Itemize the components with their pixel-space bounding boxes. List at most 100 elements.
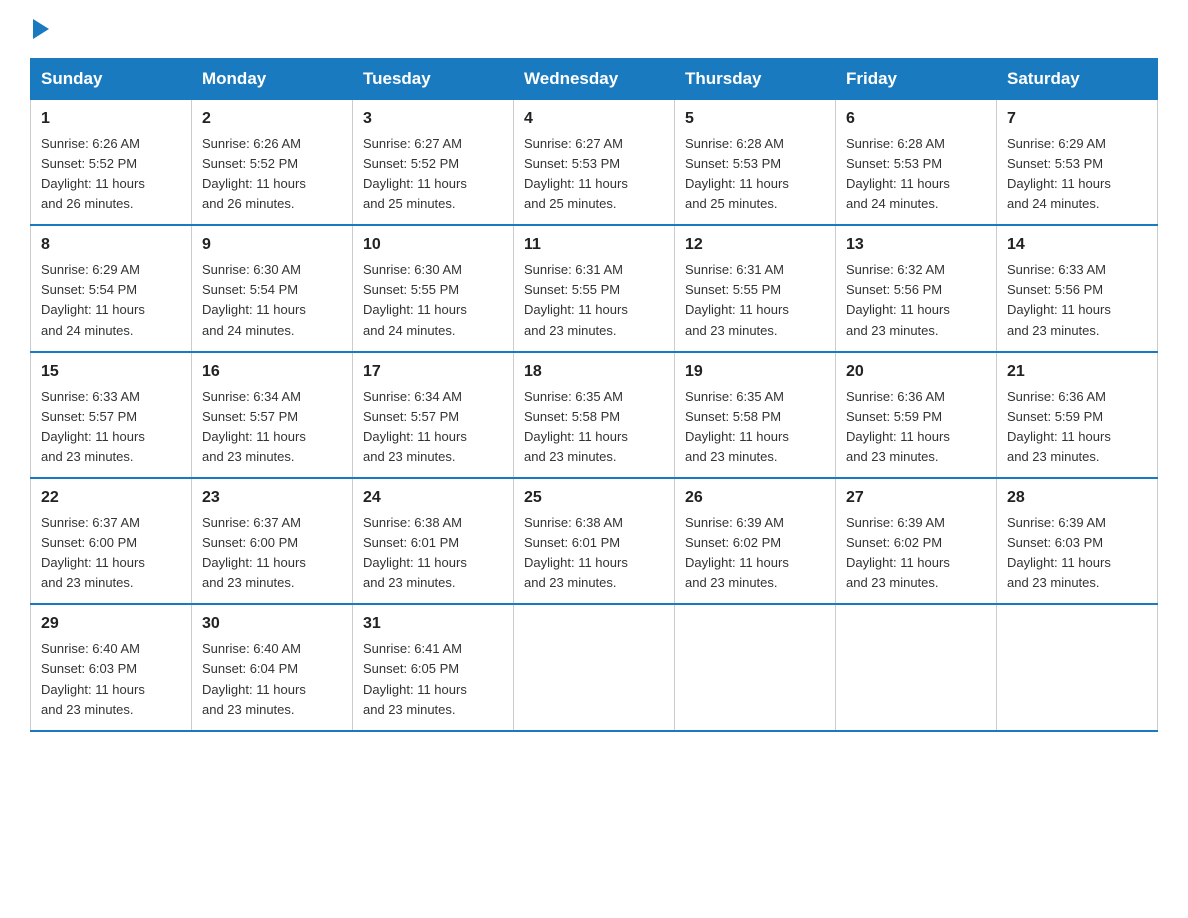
day-info: Sunrise: 6:27 AMSunset: 5:52 PMDaylight:… bbox=[363, 136, 467, 211]
calendar-cell: 28 Sunrise: 6:39 AMSunset: 6:03 PMDayligh… bbox=[997, 478, 1158, 604]
day-info: Sunrise: 6:30 AMSunset: 5:55 PMDaylight:… bbox=[363, 262, 467, 337]
day-number: 13 bbox=[846, 233, 986, 258]
day-info: Sunrise: 6:35 AMSunset: 5:58 PMDaylight:… bbox=[685, 389, 789, 464]
col-header-tuesday: Tuesday bbox=[353, 59, 514, 100]
day-number: 16 bbox=[202, 360, 342, 385]
day-number: 23 bbox=[202, 486, 342, 511]
calendar-cell: 4 Sunrise: 6:27 AMSunset: 5:53 PMDaylight… bbox=[514, 100, 675, 226]
calendar-week-row: 1Sunrise: 6:26 AMSunset: 5:52 PMDaylight… bbox=[31, 100, 1158, 226]
day-info: Sunrise: 6:34 AMSunset: 5:57 PMDaylight:… bbox=[363, 389, 467, 464]
day-info: Sunrise: 6:37 AMSunset: 6:00 PMDaylight:… bbox=[41, 515, 145, 590]
day-number: 12 bbox=[685, 233, 825, 258]
day-number: 7 bbox=[1007, 107, 1147, 132]
day-number: 5 bbox=[685, 107, 825, 132]
day-info: Sunrise: 6:27 AMSunset: 5:53 PMDaylight:… bbox=[524, 136, 628, 211]
calendar-cell: 14 Sunrise: 6:33 AMSunset: 5:56 PMDayligh… bbox=[997, 225, 1158, 351]
day-number: 3 bbox=[363, 107, 503, 132]
calendar-cell: 25 Sunrise: 6:38 AMSunset: 6:01 PMDayligh… bbox=[514, 478, 675, 604]
day-info: Sunrise: 6:28 AMSunset: 5:53 PMDaylight:… bbox=[685, 136, 789, 211]
calendar-week-row: 29 Sunrise: 6:40 AMSunset: 6:03 PMDayligh… bbox=[31, 604, 1158, 730]
calendar-cell: 17 Sunrise: 6:34 AMSunset: 5:57 PMDayligh… bbox=[353, 352, 514, 478]
calendar-cell: 27 Sunrise: 6:39 AMSunset: 6:02 PMDayligh… bbox=[836, 478, 997, 604]
calendar-cell bbox=[997, 604, 1158, 730]
calendar-cell: 30 Sunrise: 6:40 AMSunset: 6:04 PMDayligh… bbox=[192, 604, 353, 730]
calendar-table: SundayMondayTuesdayWednesdayThursdayFrid… bbox=[30, 58, 1158, 732]
calendar-header-row: SundayMondayTuesdayWednesdayThursdayFrid… bbox=[31, 59, 1158, 100]
calendar-cell: 19 Sunrise: 6:35 AMSunset: 5:58 PMDayligh… bbox=[675, 352, 836, 478]
day-info: Sunrise: 6:39 AMSunset: 6:02 PMDaylight:… bbox=[846, 515, 950, 590]
calendar-cell: 6 Sunrise: 6:28 AMSunset: 5:53 PMDaylight… bbox=[836, 100, 997, 226]
calendar-cell: 8 Sunrise: 6:29 AMSunset: 5:54 PMDaylight… bbox=[31, 225, 192, 351]
calendar-cell bbox=[675, 604, 836, 730]
calendar-cell: 21Sunrise: 6:36 AMSunset: 5:59 PMDayligh… bbox=[997, 352, 1158, 478]
calendar-week-row: 22 Sunrise: 6:37 AMSunset: 6:00 PMDayligh… bbox=[31, 478, 1158, 604]
day-number: 6 bbox=[846, 107, 986, 132]
calendar-cell bbox=[514, 604, 675, 730]
day-number: 17 bbox=[363, 360, 503, 385]
day-number: 22 bbox=[41, 486, 181, 511]
day-info: Sunrise: 6:35 AMSunset: 5:58 PMDaylight:… bbox=[524, 389, 628, 464]
calendar-cell bbox=[836, 604, 997, 730]
day-info: Sunrise: 6:31 AMSunset: 5:55 PMDaylight:… bbox=[524, 262, 628, 337]
day-number: 25 bbox=[524, 486, 664, 511]
calendar-cell: 20 Sunrise: 6:36 AMSunset: 5:59 PMDayligh… bbox=[836, 352, 997, 478]
logo-arrow-icon bbox=[33, 19, 49, 39]
col-header-wednesday: Wednesday bbox=[514, 59, 675, 100]
col-header-sunday: Sunday bbox=[31, 59, 192, 100]
day-number: 14 bbox=[1007, 233, 1147, 258]
day-number: 9 bbox=[202, 233, 342, 258]
day-info: Sunrise: 6:31 AMSunset: 5:55 PMDaylight:… bbox=[685, 262, 789, 337]
calendar-cell: 13Sunrise: 6:32 AMSunset: 5:56 PMDayligh… bbox=[836, 225, 997, 351]
col-header-monday: Monday bbox=[192, 59, 353, 100]
calendar-cell: 1Sunrise: 6:26 AMSunset: 5:52 PMDaylight… bbox=[31, 100, 192, 226]
calendar-cell: 12 Sunrise: 6:31 AMSunset: 5:55 PMDayligh… bbox=[675, 225, 836, 351]
day-info: Sunrise: 6:36 AMSunset: 5:59 PMDaylight:… bbox=[846, 389, 950, 464]
day-number: 31 bbox=[363, 612, 503, 637]
day-info: Sunrise: 6:40 AMSunset: 6:03 PMDaylight:… bbox=[41, 641, 145, 716]
day-info: Sunrise: 6:30 AMSunset: 5:54 PMDaylight:… bbox=[202, 262, 306, 337]
day-info: Sunrise: 6:29 AMSunset: 5:54 PMDaylight:… bbox=[41, 262, 145, 337]
calendar-cell: 24 Sunrise: 6:38 AMSunset: 6:01 PMDayligh… bbox=[353, 478, 514, 604]
day-info: Sunrise: 6:40 AMSunset: 6:04 PMDaylight:… bbox=[202, 641, 306, 716]
day-number: 4 bbox=[524, 107, 664, 132]
day-info: Sunrise: 6:29 AMSunset: 5:53 PMDaylight:… bbox=[1007, 136, 1111, 211]
day-info: Sunrise: 6:33 AMSunset: 5:56 PMDaylight:… bbox=[1007, 262, 1111, 337]
col-header-thursday: Thursday bbox=[675, 59, 836, 100]
calendar-cell: 22 Sunrise: 6:37 AMSunset: 6:00 PMDayligh… bbox=[31, 478, 192, 604]
day-info: Sunrise: 6:38 AMSunset: 6:01 PMDaylight:… bbox=[524, 515, 628, 590]
page-header bbox=[30, 20, 1158, 40]
col-header-friday: Friday bbox=[836, 59, 997, 100]
day-number: 8 bbox=[41, 233, 181, 258]
calendar-cell: 15 Sunrise: 6:33 AMSunset: 5:57 PMDayligh… bbox=[31, 352, 192, 478]
day-number: 15 bbox=[41, 360, 181, 385]
day-number: 18 bbox=[524, 360, 664, 385]
day-info: Sunrise: 6:38 AMSunset: 6:01 PMDaylight:… bbox=[363, 515, 467, 590]
day-info: Sunrise: 6:28 AMSunset: 5:53 PMDaylight:… bbox=[846, 136, 950, 211]
calendar-cell: 31Sunrise: 6:41 AMSunset: 6:05 PMDayligh… bbox=[353, 604, 514, 730]
day-number: 30 bbox=[202, 612, 342, 637]
day-info: Sunrise: 6:39 AMSunset: 6:03 PMDaylight:… bbox=[1007, 515, 1111, 590]
day-info: Sunrise: 6:34 AMSunset: 5:57 PMDaylight:… bbox=[202, 389, 306, 464]
day-number: 11 bbox=[524, 233, 664, 258]
logo bbox=[30, 20, 49, 40]
day-number: 19 bbox=[685, 360, 825, 385]
calendar-cell: 5 Sunrise: 6:28 AMSunset: 5:53 PMDaylight… bbox=[675, 100, 836, 226]
calendar-cell: 7 Sunrise: 6:29 AMSunset: 5:53 PMDaylight… bbox=[997, 100, 1158, 226]
calendar-cell: 26Sunrise: 6:39 AMSunset: 6:02 PMDayligh… bbox=[675, 478, 836, 604]
calendar-cell: 29 Sunrise: 6:40 AMSunset: 6:03 PMDayligh… bbox=[31, 604, 192, 730]
day-number: 2 bbox=[202, 107, 342, 132]
day-number: 24 bbox=[363, 486, 503, 511]
day-number: 27 bbox=[846, 486, 986, 511]
day-number: 26 bbox=[685, 486, 825, 511]
calendar-cell: 3 Sunrise: 6:27 AMSunset: 5:52 PMDaylight… bbox=[353, 100, 514, 226]
calendar-cell: 11 Sunrise: 6:31 AMSunset: 5:55 PMDayligh… bbox=[514, 225, 675, 351]
day-info: Sunrise: 6:33 AMSunset: 5:57 PMDaylight:… bbox=[41, 389, 145, 464]
day-number: 28 bbox=[1007, 486, 1147, 511]
calendar-week-row: 8 Sunrise: 6:29 AMSunset: 5:54 PMDaylight… bbox=[31, 225, 1158, 351]
calendar-cell: 18 Sunrise: 6:35 AMSunset: 5:58 PMDayligh… bbox=[514, 352, 675, 478]
calendar-cell: 16 Sunrise: 6:34 AMSunset: 5:57 PMDayligh… bbox=[192, 352, 353, 478]
day-number: 29 bbox=[41, 612, 181, 637]
calendar-cell: 23Sunrise: 6:37 AMSunset: 6:00 PMDayligh… bbox=[192, 478, 353, 604]
day-number: 20 bbox=[846, 360, 986, 385]
col-header-saturday: Saturday bbox=[997, 59, 1158, 100]
